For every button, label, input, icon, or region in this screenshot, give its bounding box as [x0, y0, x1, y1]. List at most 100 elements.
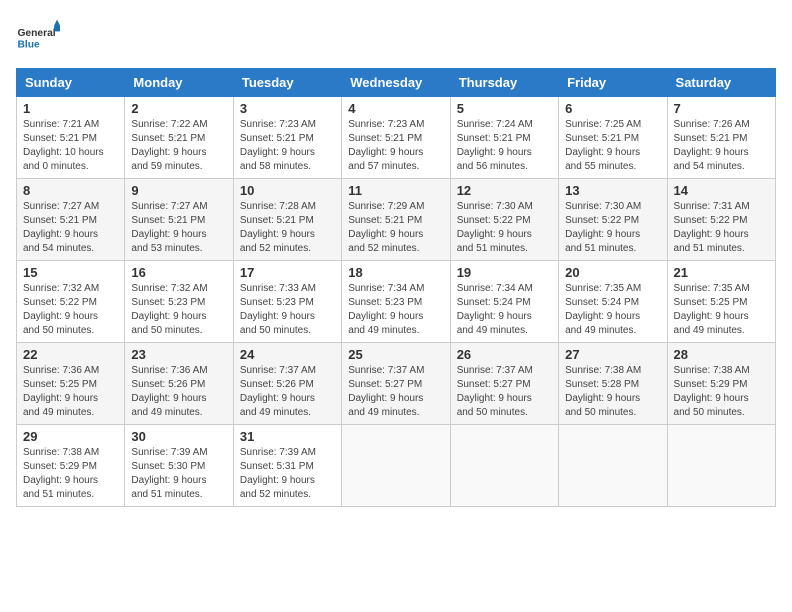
calendar-table: SundayMondayTuesdayWednesdayThursdayFrid…: [16, 68, 776, 507]
day-number: 24: [240, 347, 335, 362]
day-number: 22: [23, 347, 118, 362]
day-info: Sunrise: 7:35 AM Sunset: 5:25 PM Dayligh…: [674, 282, 769, 338]
week-row-4: 22 Sunrise: 7:36 AM Sunset: 5:25 PM Dayli…: [17, 343, 776, 425]
day-cell: 16 Sunrise: 7:32 AM Sunset: 5:23 PM Dayli…: [125, 261, 233, 343]
day-cell: [450, 425, 558, 507]
week-row-1: 1 Sunrise: 7:21 AM Sunset: 5:21 PM Daylig…: [17, 97, 776, 179]
day-number: 31: [240, 429, 335, 444]
day-info: Sunrise: 7:33 AM Sunset: 5:23 PM Dayligh…: [240, 282, 335, 338]
day-number: 27: [565, 347, 660, 362]
day-number: 1: [23, 101, 118, 116]
week-row-2: 8 Sunrise: 7:27 AM Sunset: 5:21 PM Daylig…: [17, 179, 776, 261]
day-cell: 18 Sunrise: 7:34 AM Sunset: 5:23 PM Dayli…: [342, 261, 450, 343]
week-row-3: 15 Sunrise: 7:32 AM Sunset: 5:22 PM Dayli…: [17, 261, 776, 343]
day-cell: 4 Sunrise: 7:23 AM Sunset: 5:21 PM Daylig…: [342, 97, 450, 179]
day-cell: [342, 425, 450, 507]
day-number: 11: [348, 183, 443, 198]
day-number: 23: [131, 347, 226, 362]
day-number: 4: [348, 101, 443, 116]
day-cell: 27 Sunrise: 7:38 AM Sunset: 5:28 PM Dayli…: [559, 343, 667, 425]
day-number: 13: [565, 183, 660, 198]
day-cell: 17Sunrise: 7:33 AM Sunset: 5:23 PM Dayli…: [233, 261, 341, 343]
day-number: 5: [457, 101, 552, 116]
day-info: Sunrise: 7:30 AM Sunset: 5:22 PM Dayligh…: [457, 200, 552, 256]
day-cell: 6 Sunrise: 7:25 AM Sunset: 5:21 PM Daylig…: [559, 97, 667, 179]
day-info: Sunrise: 7:37 AM Sunset: 5:26 PM Dayligh…: [240, 364, 335, 420]
day-cell: [667, 425, 775, 507]
day-info: Sunrise: 7:36 AM Sunset: 5:25 PM Dayligh…: [23, 364, 118, 420]
day-number: 25: [348, 347, 443, 362]
day-cell: 24 Sunrise: 7:37 AM Sunset: 5:26 PM Dayli…: [233, 343, 341, 425]
day-cell: 9 Sunrise: 7:27 AM Sunset: 5:21 PM Daylig…: [125, 179, 233, 261]
day-info: Sunrise: 7:23 AM Sunset: 5:21 PM Dayligh…: [240, 118, 335, 174]
day-info: Sunrise: 7:24 AM Sunset: 5:21 PM Dayligh…: [457, 118, 552, 174]
day-number: 16: [131, 265, 226, 280]
day-cell: 8Sunrise: 7:27 AM Sunset: 5:21 PM Daylig…: [17, 179, 125, 261]
day-number: 12: [457, 183, 552, 198]
day-info: Sunrise: 7:39 AM Sunset: 5:30 PM Dayligh…: [131, 446, 226, 502]
day-info: Sunrise: 7:28 AM Sunset: 5:21 PM Dayligh…: [240, 200, 335, 256]
day-cell: 29Sunrise: 7:38 AM Sunset: 5:29 PM Dayli…: [17, 425, 125, 507]
day-number: 15: [23, 265, 118, 280]
day-number: 8: [23, 183, 118, 198]
page-header: General Blue: [16, 16, 776, 60]
day-info: Sunrise: 7:37 AM Sunset: 5:27 PM Dayligh…: [457, 364, 552, 420]
day-info: Sunrise: 7:32 AM Sunset: 5:23 PM Dayligh…: [131, 282, 226, 338]
day-number: 30: [131, 429, 226, 444]
day-number: 26: [457, 347, 552, 362]
day-info: Sunrise: 7:39 AM Sunset: 5:31 PM Dayligh…: [240, 446, 335, 502]
day-info: Sunrise: 7:34 AM Sunset: 5:24 PM Dayligh…: [457, 282, 552, 338]
week-row-5: 29Sunrise: 7:38 AM Sunset: 5:29 PM Dayli…: [17, 425, 776, 507]
day-number: 19: [457, 265, 552, 280]
day-cell: 12 Sunrise: 7:30 AM Sunset: 5:22 PM Dayli…: [450, 179, 558, 261]
day-number: 21: [674, 265, 769, 280]
day-cell: 22 Sunrise: 7:36 AM Sunset: 5:25 PM Dayli…: [17, 343, 125, 425]
column-header-monday: Monday: [125, 69, 233, 97]
logo-icon: General Blue: [16, 16, 60, 60]
day-info: Sunrise: 7:38 AM Sunset: 5:28 PM Dayligh…: [565, 364, 660, 420]
day-cell: 7 Sunrise: 7:26 AM Sunset: 5:21 PM Daylig…: [667, 97, 775, 179]
day-cell: 10 Sunrise: 7:28 AM Sunset: 5:21 PM Dayli…: [233, 179, 341, 261]
svg-text:General: General: [17, 28, 55, 39]
day-number: 20: [565, 265, 660, 280]
day-info: Sunrise: 7:23 AM Sunset: 5:21 PM Dayligh…: [348, 118, 443, 174]
day-number: 28: [674, 347, 769, 362]
day-number: 3: [240, 101, 335, 116]
day-info: Sunrise: 7:21 AM Sunset: 5:21 PM Dayligh…: [23, 118, 118, 174]
day-cell: [559, 425, 667, 507]
day-cell: 28 Sunrise: 7:38 AM Sunset: 5:29 PM Dayli…: [667, 343, 775, 425]
logo: General Blue: [16, 16, 60, 60]
day-number: 14: [674, 183, 769, 198]
day-info: Sunrise: 7:31 AM Sunset: 5:22 PM Dayligh…: [674, 200, 769, 256]
day-info: Sunrise: 7:29 AM Sunset: 5:21 PM Dayligh…: [348, 200, 443, 256]
day-number: 29: [23, 429, 118, 444]
day-info: Sunrise: 7:38 AM Sunset: 5:29 PM Dayligh…: [674, 364, 769, 420]
day-cell: 23 Sunrise: 7:36 AM Sunset: 5:26 PM Dayli…: [125, 343, 233, 425]
day-info: Sunrise: 7:35 AM Sunset: 5:24 PM Dayligh…: [565, 282, 660, 338]
day-cell: 25 Sunrise: 7:37 AM Sunset: 5:27 PM Dayli…: [342, 343, 450, 425]
day-info: Sunrise: 7:26 AM Sunset: 5:21 PM Dayligh…: [674, 118, 769, 174]
day-info: Sunrise: 7:22 AM Sunset: 5:21 PM Dayligh…: [131, 118, 226, 174]
day-info: Sunrise: 7:25 AM Sunset: 5:21 PM Dayligh…: [565, 118, 660, 174]
day-number: 2: [131, 101, 226, 116]
day-number: 9: [131, 183, 226, 198]
day-cell: 3 Sunrise: 7:23 AM Sunset: 5:21 PM Daylig…: [233, 97, 341, 179]
day-info: Sunrise: 7:34 AM Sunset: 5:23 PM Dayligh…: [348, 282, 443, 338]
day-info: Sunrise: 7:32 AM Sunset: 5:22 PM Dayligh…: [23, 282, 118, 338]
day-number: 7: [674, 101, 769, 116]
day-cell: 13Sunrise: 7:30 AM Sunset: 5:22 PM Dayli…: [559, 179, 667, 261]
day-cell: 19 Sunrise: 7:34 AM Sunset: 5:24 PM Dayli…: [450, 261, 558, 343]
day-cell: 1 Sunrise: 7:21 AM Sunset: 5:21 PM Daylig…: [17, 97, 125, 179]
day-info: Sunrise: 7:27 AM Sunset: 5:21 PM Dayligh…: [131, 200, 226, 256]
day-info: Sunrise: 7:36 AM Sunset: 5:26 PM Dayligh…: [131, 364, 226, 420]
day-number: 18: [348, 265, 443, 280]
day-cell: 11 Sunrise: 7:29 AM Sunset: 5:21 PM Dayli…: [342, 179, 450, 261]
column-header-sunday: Sunday: [17, 69, 125, 97]
day-number: 6: [565, 101, 660, 116]
day-cell: 5 Sunrise: 7:24 AM Sunset: 5:21 PM Daylig…: [450, 97, 558, 179]
column-header-friday: Friday: [559, 69, 667, 97]
day-cell: 2 Sunrise: 7:22 AM Sunset: 5:21 PM Daylig…: [125, 97, 233, 179]
day-number: 10: [240, 183, 335, 198]
day-cell: 31 Sunrise: 7:39 AM Sunset: 5:31 PM Dayli…: [233, 425, 341, 507]
day-info: Sunrise: 7:37 AM Sunset: 5:27 PM Dayligh…: [348, 364, 443, 420]
